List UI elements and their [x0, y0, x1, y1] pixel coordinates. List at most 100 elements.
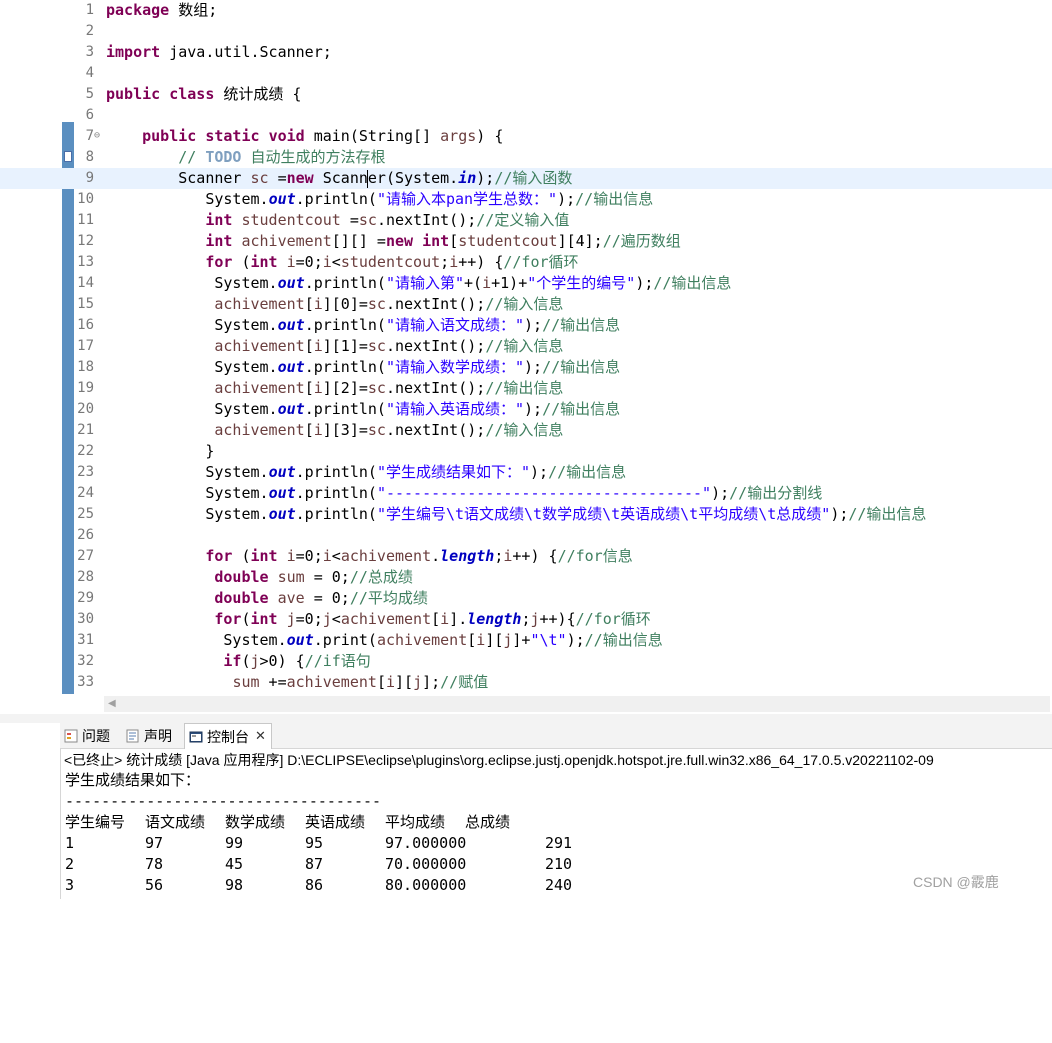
code-line[interactable]: 21 achivement[i][3]=sc.nextInt();//输入信息 [0, 420, 1052, 441]
code-text[interactable]: public static void main(String[] args) { [106, 126, 503, 147]
code-line[interactable]: 13 for (int i=0;i<studentcout;i++) {//fo… [0, 252, 1052, 273]
code-text[interactable]: int achivement[][] =new int[studentcout]… [106, 231, 680, 252]
token: < [331, 610, 341, 628]
code-line[interactable]: 7 ⊖ public static void main(String[] args… [0, 126, 1052, 147]
code-line[interactable]: 12 int achivement[][] =new int[studentco… [0, 231, 1052, 252]
code-line[interactable]: 16 System.out.println("请输入语文成绩：");//输出信息 [0, 315, 1052, 336]
token-var: j [413, 673, 423, 691]
code-text[interactable]: // TODO 自动生成的方法存根 [106, 147, 385, 168]
code-line[interactable]: 19 achivement[i][2]=sc.nextInt();//输出信息 [0, 378, 1052, 399]
code-text[interactable]: for(int j=0;j<achivement[i].length;j++){… [106, 609, 650, 630]
code-line[interactable]: 22 } [0, 441, 1052, 462]
code-text[interactable]: int studentcout =sc.nextInt();//定义输入值 [106, 210, 569, 231]
code-line[interactable]: 20 System.out.println("请输入英语成绩：");//输出信息 [0, 399, 1052, 420]
code-text[interactable]: } [106, 441, 214, 462]
code-text[interactable]: for (int i=0;i<studentcout;i++) {//for循环 [106, 252, 578, 273]
problems-icon [64, 729, 78, 743]
code-text[interactable]: for (int i=0;i<achivement.length;i++) {/… [106, 546, 632, 567]
fold-toggle-icon[interactable]: ⊖ [94, 129, 100, 143]
code-text[interactable]: System.out.println("学生编号\t语文成绩\t数学成绩\t英语… [106, 504, 926, 525]
code-text[interactable]: achivement[i][1]=sc.nextInt();//输入信息 [106, 336, 563, 357]
sash-divider[interactable] [0, 714, 1052, 723]
code-line[interactable]: 2 [0, 21, 1052, 42]
code-text[interactable]: if(j>0) {//if语句 [106, 651, 370, 672]
code-text[interactable]: package 数组; [106, 0, 217, 21]
token: +( [464, 274, 483, 292]
code-text[interactable]: achivement[i][0]=sc.nextInt();//输入信息 [106, 294, 563, 315]
code-line[interactable]: 10 System.out.println("请输入本pan学生总数：");//… [0, 189, 1052, 210]
token-cm: //输入信息 [485, 337, 564, 355]
code-line[interactable]: 9 Scanner sc =new Scanner(System.in);//输… [0, 168, 1052, 189]
horizontal-scrollbar[interactable]: ◀ [0, 694, 1052, 714]
code-line[interactable]: 27 for (int i=0;i<achivement.length;i++)… [0, 546, 1052, 567]
code-line[interactable]: 24 System.out.println("-----------------… [0, 483, 1052, 504]
code-line[interactable]: 31 System.out.print(achivement[i][j]+"\t… [0, 630, 1052, 651]
code-line[interactable]: 15 achivement[i][0]=sc.nextInt();//输入信息 [0, 294, 1052, 315]
line-number: 12 [77, 233, 94, 249]
token-kw: new [286, 169, 314, 187]
code-text[interactable]: System.out.println("--------------------… [106, 483, 822, 504]
code-text[interactable]: System.out.println("请输入语文成绩：");//输出信息 [106, 315, 620, 336]
token-str: "学生成绩结果如下：" [376, 463, 530, 481]
code-text[interactable]: System.out.println("请输入英语成绩：");//输出信息 [106, 399, 620, 420]
console-view[interactable]: <已终止> 统计成绩 [Java 应用程序] D:\ECLIPSE\eclips… [60, 749, 1052, 899]
token-str: "个学生的编号" [527, 274, 636, 292]
token: ); [476, 169, 495, 187]
code-text[interactable]: System.out.println("学生成绩结果如下：");//输出信息 [106, 462, 626, 483]
tab-declaration-label: 声明 [144, 728, 172, 744]
code-line[interactable]: 30 for(int j=0;j<achivement[i].length;j+… [0, 609, 1052, 630]
cell-english: 95 [305, 834, 324, 852]
code-line[interactable]: 5 public class 统计成绩 { [0, 84, 1052, 105]
token-var: i [385, 673, 395, 691]
code-line[interactable]: 25 System.out.println("学生编号\t语文成绩\t数学成绩\… [0, 504, 1052, 525]
code-text[interactable]: Scanner sc =new Scanner(System.in);//输入函… [106, 168, 572, 189]
code-line[interactable]: 26 [0, 525, 1052, 546]
code-line[interactable]: 23 System.out.println("学生成绩结果如下：");//输出信… [0, 462, 1052, 483]
line-number: 20 [77, 401, 94, 417]
code-text[interactable]: import java.util.Scanner; [106, 42, 332, 63]
code-line[interactable]: 14 System.out.println("请输入第"+(i+1)+"个学生的… [0, 273, 1052, 294]
code-line[interactable]: 33 sum +=achivement[i][j];//赋值 [0, 672, 1052, 693]
code-line[interactable]: 6 [0, 105, 1052, 126]
task-marker-icon[interactable] [64, 151, 72, 162]
code-line[interactable]: 17 achivement[i][1]=sc.nextInt();//输入信息 [0, 336, 1052, 357]
token: .println( [295, 190, 377, 208]
code-text[interactable]: public class 统计成绩 { [106, 84, 301, 105]
code-line[interactable]: 1 package 数组; [0, 0, 1052, 21]
tab-problems[interactable]: 问题 [64, 723, 122, 749]
code-text[interactable]: double sum = 0;//总成绩 [106, 567, 413, 588]
code-line[interactable]: 28 double sum = 0;//总成绩 [0, 567, 1052, 588]
code-text[interactable]: double ave = 0;//平均成绩 [106, 588, 428, 609]
token-var: i [286, 253, 296, 271]
code-line[interactable]: 18 System.out.println("请输入数学成绩：");//输出信息 [0, 357, 1052, 378]
code-text[interactable]: System.out.print(achivement[i][j]+"\t");… [106, 630, 662, 651]
token-cm: //输出信息 [542, 358, 621, 376]
close-icon[interactable]: ✕ [255, 729, 266, 744]
scrollbar-track[interactable] [104, 696, 1050, 712]
code-text[interactable]: sum +=achivement[i][j];//赋值 [106, 672, 488, 693]
code-line[interactable]: 4 [0, 63, 1052, 84]
code-text[interactable]: System.out.println("请输入第"+(i+1)+"个学生的编号"… [106, 273, 731, 294]
line-number: 23 [77, 464, 94, 480]
code-editor[interactable]: 1 package 数组; 2 3 import java.util.Scanner; 4… [0, 0, 1052, 694]
code-text[interactable]: achivement[i][2]=sc.nextInt();//输出信息 [106, 378, 563, 399]
code-line[interactable]: 3 import java.util.Scanner; [0, 42, 1052, 63]
code-line[interactable]: 8 // TODO 自动生成的方法存根 [0, 147, 1052, 168]
token-kw: int [205, 211, 233, 229]
token-cm: //输出信息 [653, 274, 732, 292]
token: ]; [422, 673, 441, 691]
code-text[interactable]: System.out.println("请输入数学成绩：");//输出信息 [106, 357, 620, 378]
code-line[interactable]: 11 int studentcout =sc.nextInt();//定义输入值 [0, 210, 1052, 231]
code-text[interactable]: System.out.println("请输入本pan学生总数：");//输出信… [106, 189, 653, 210]
scroll-left-icon[interactable]: ◀ [108, 696, 116, 712]
code-line[interactable]: 32 if(j>0) {//if语句 [0, 651, 1052, 672]
token-cm: //平均成绩 [349, 589, 428, 607]
code-text[interactable]: achivement[i][3]=sc.nextInt();//输入信息 [106, 420, 563, 441]
tab-declaration[interactable]: 声明 [126, 723, 184, 749]
code-line[interactable]: 29 double ave = 0;//平均成绩 [0, 588, 1052, 609]
tab-console[interactable]: 控制台 ✕ [184, 723, 272, 749]
